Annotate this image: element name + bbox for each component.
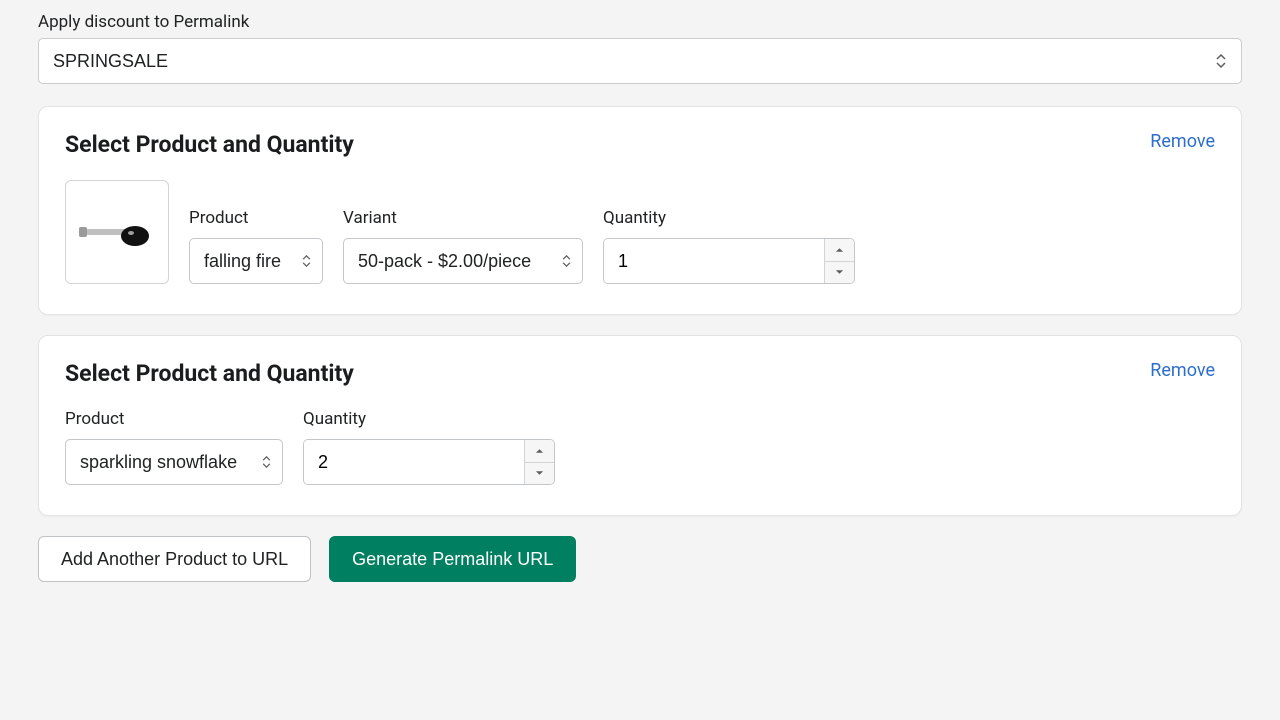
quantity-label: Quantity xyxy=(303,409,555,429)
stepper-down-button[interactable] xyxy=(825,262,854,284)
quantity-input[interactable] xyxy=(604,239,824,283)
generate-permalink-button[interactable]: Generate Permalink URL xyxy=(329,536,576,582)
quantity-input[interactable] xyxy=(304,440,524,484)
remove-link[interactable]: Remove xyxy=(1150,360,1215,381)
stepper-up-button[interactable] xyxy=(525,440,554,463)
stepper-down-button[interactable] xyxy=(525,463,554,485)
variant-select[interactable]: 50-pack - $2.00/piece xyxy=(343,238,583,284)
product-label: Product xyxy=(189,208,323,228)
product-card: Select Product and Quantity Remove Produ… xyxy=(38,106,1242,315)
quantity-stepper[interactable] xyxy=(603,238,855,284)
product-select[interactable]: falling fire xyxy=(189,238,323,284)
card-title: Select Product and Quantity xyxy=(65,360,354,387)
product-label: Product xyxy=(65,409,283,429)
product-select[interactable]: sparkling snowflake xyxy=(65,439,283,485)
add-another-product-button[interactable]: Add Another Product to URL xyxy=(38,536,311,582)
product-card: Select Product and Quantity Remove Produ… xyxy=(38,335,1242,516)
discount-label: Apply discount to Permalink xyxy=(38,12,1242,32)
variant-label: Variant xyxy=(343,208,583,228)
discount-select[interactable]: SPRINGSALE xyxy=(38,38,1242,84)
card-title: Select Product and Quantity xyxy=(65,131,354,158)
stepper-up-button[interactable] xyxy=(825,239,854,262)
quantity-label: Quantity xyxy=(603,208,855,228)
remove-link[interactable]: Remove xyxy=(1150,131,1215,152)
product-thumbnail xyxy=(65,180,169,284)
quantity-stepper[interactable] xyxy=(303,439,555,485)
